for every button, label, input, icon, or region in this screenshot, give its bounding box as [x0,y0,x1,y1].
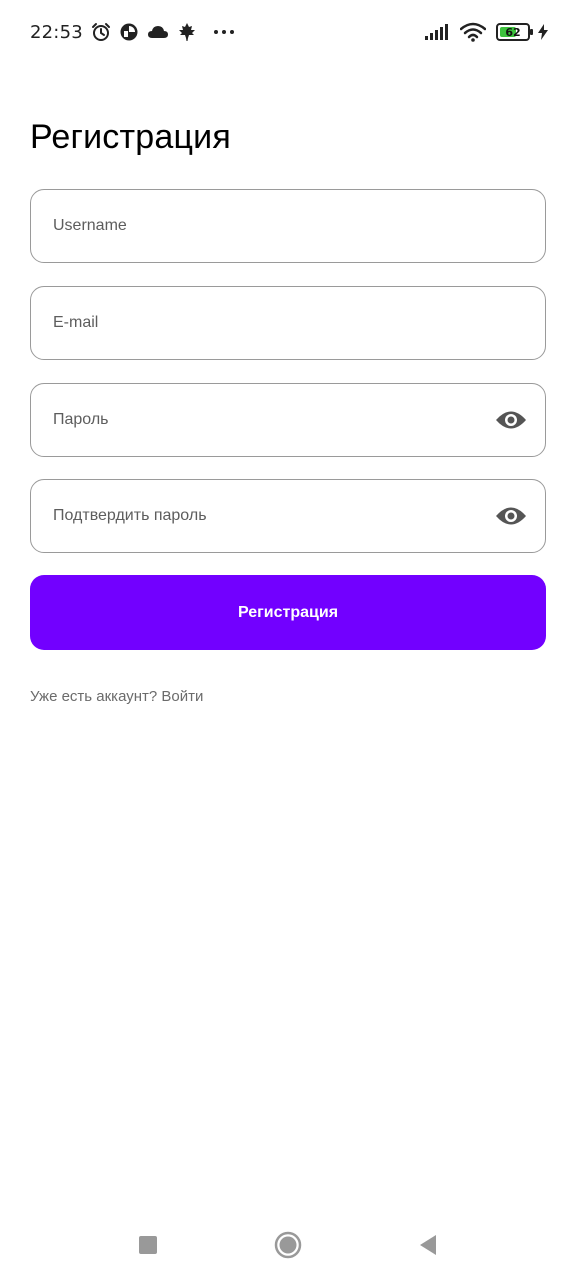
password-field[interactable] [30,383,546,457]
username-field[interactable] [30,189,546,263]
confirm-password-field[interactable] [30,479,546,553]
alarm-icon [91,21,111,43]
signal-icon [424,21,450,43]
wifi-icon [460,21,486,43]
status-time: 22:53 [30,21,83,43]
status-left: 22:53 [30,0,235,64]
nav-bar [0,1210,576,1280]
status-right: 62 [424,0,548,64]
cloud-icon [147,21,169,43]
more-dots-icon [213,21,235,43]
recents-square-icon[interactable] [128,1225,168,1265]
page-title: Регистрация [30,118,231,156]
email-input[interactable] [53,287,523,359]
maple-leaf-icon [177,21,197,43]
data-saver-icon [119,21,139,43]
battery-nub [530,29,533,35]
show-confirm-password-eye-icon[interactable] [495,500,527,532]
email-field[interactable] [30,286,546,360]
charging-icon [538,21,548,43]
confirm-password-input[interactable] [53,480,495,552]
home-circle-icon[interactable] [268,1225,308,1265]
username-input[interactable] [53,190,523,262]
battery-level: 62 [505,25,521,39]
battery-icon: 62 [496,23,533,41]
login-link[interactable]: Уже есть аккаунт? Войти [30,688,203,705]
back-triangle-icon[interactable] [408,1225,448,1265]
status-bar: 22:53 62 [0,0,576,64]
show-password-eye-icon[interactable] [495,404,527,436]
register-button[interactable]: Регистрация [30,575,546,650]
password-input[interactable] [53,384,495,456]
